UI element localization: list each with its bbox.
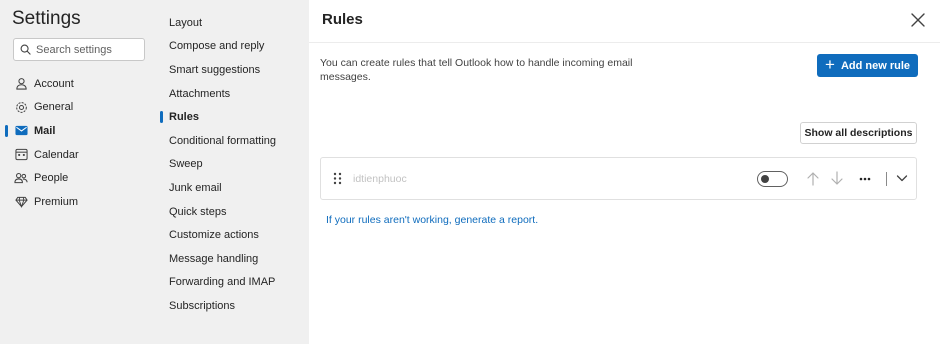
rule-name: idtienphuoc	[353, 173, 407, 185]
gear-icon	[14, 100, 28, 114]
nav-item-general[interactable]: General	[0, 96, 156, 120]
diamond-icon	[14, 195, 28, 209]
subnav-item-attachments[interactable]: Attachments	[156, 82, 309, 106]
nav-item-premium[interactable]: Premium	[0, 190, 156, 214]
subnav-item-sweep[interactable]: Sweep	[156, 153, 309, 177]
drag-handle-icon[interactable]	[333, 172, 342, 185]
close-icon[interactable]	[910, 12, 926, 28]
subnav-item-forwarding-and-imap[interactable]: Forwarding and IMAP	[156, 271, 309, 295]
subnav-item-smart-suggestions[interactable]: Smart suggestions	[156, 58, 309, 82]
mail-settings-nav: Layout Compose and reply Smart suggestio…	[156, 0, 309, 344]
nav-item-calendar[interactable]: Calendar	[0, 143, 156, 167]
subnav-item-conditional-formatting[interactable]: Conditional formatting	[156, 129, 309, 153]
search-box[interactable]	[13, 38, 145, 61]
move-up-icon[interactable]	[807, 171, 819, 186]
chevron-down-icon[interactable]	[896, 172, 908, 184]
nav-item-people[interactable]: People	[0, 166, 156, 190]
add-new-rule-label: Add new rule	[840, 59, 910, 72]
nav-item-label: Premium	[34, 195, 79, 208]
more-options-icon[interactable]	[859, 171, 871, 186]
rule-row[interactable]: idtienphuoc	[320, 157, 917, 200]
move-down-icon[interactable]	[831, 171, 843, 186]
mail-settings-list: Layout Compose and reply Smart suggestio…	[156, 11, 309, 318]
nav-item-mail[interactable]: Mail	[0, 119, 156, 143]
search-input[interactable]	[36, 43, 136, 56]
person-icon	[14, 77, 28, 91]
subnav-item-customize-actions[interactable]: Customize actions	[156, 223, 309, 247]
subnav-item-junk-email[interactable]: Junk email	[156, 176, 309, 200]
subnav-item-subscriptions[interactable]: Subscriptions	[156, 294, 309, 318]
settings-nav-list: Account General Mail Calendar People Pre…	[0, 72, 156, 214]
subnav-item-rules[interactable]: Rules	[156, 105, 309, 129]
header-divider	[309, 42, 940, 43]
plus-icon: +	[825, 55, 835, 74]
nav-item-label: General	[34, 101, 74, 114]
search-icon	[20, 44, 31, 55]
toggle-knob	[761, 175, 769, 183]
rule-enabled-toggle[interactable]	[757, 171, 788, 187]
subnav-item-layout[interactable]: Layout	[156, 11, 309, 35]
generate-report-link[interactable]: If your rules aren't working, generate a…	[326, 214, 538, 226]
subnav-item-quick-steps[interactable]: Quick steps	[156, 200, 309, 224]
nav-item-account[interactable]: Account	[0, 72, 156, 96]
nav-item-label: Calendar	[34, 148, 79, 161]
rules-panel: Rules You can create rules that tell Out…	[309, 0, 940, 344]
calendar-icon	[14, 148, 28, 162]
row-divider	[886, 172, 887, 186]
mail-icon	[14, 124, 28, 138]
rules-description: You can create rules that tell Outlook h…	[320, 57, 633, 83]
settings-nav: Settings Account General Mail Calendar P…	[0, 0, 156, 344]
subnav-item-compose-and-reply[interactable]: Compose and reply	[156, 35, 309, 59]
page-title: Rules	[322, 11, 363, 28]
people-icon	[14, 171, 28, 185]
subnav-item-message-handling[interactable]: Message handling	[156, 247, 309, 271]
nav-item-label: Account	[34, 77, 74, 90]
show-all-descriptions-button[interactable]: Show all descriptions	[800, 122, 917, 144]
nav-item-label: Mail	[34, 124, 56, 137]
nav-item-label: People	[34, 172, 69, 185]
add-new-rule-button[interactable]: + Add new rule	[817, 54, 918, 77]
settings-title: Settings	[12, 8, 81, 29]
